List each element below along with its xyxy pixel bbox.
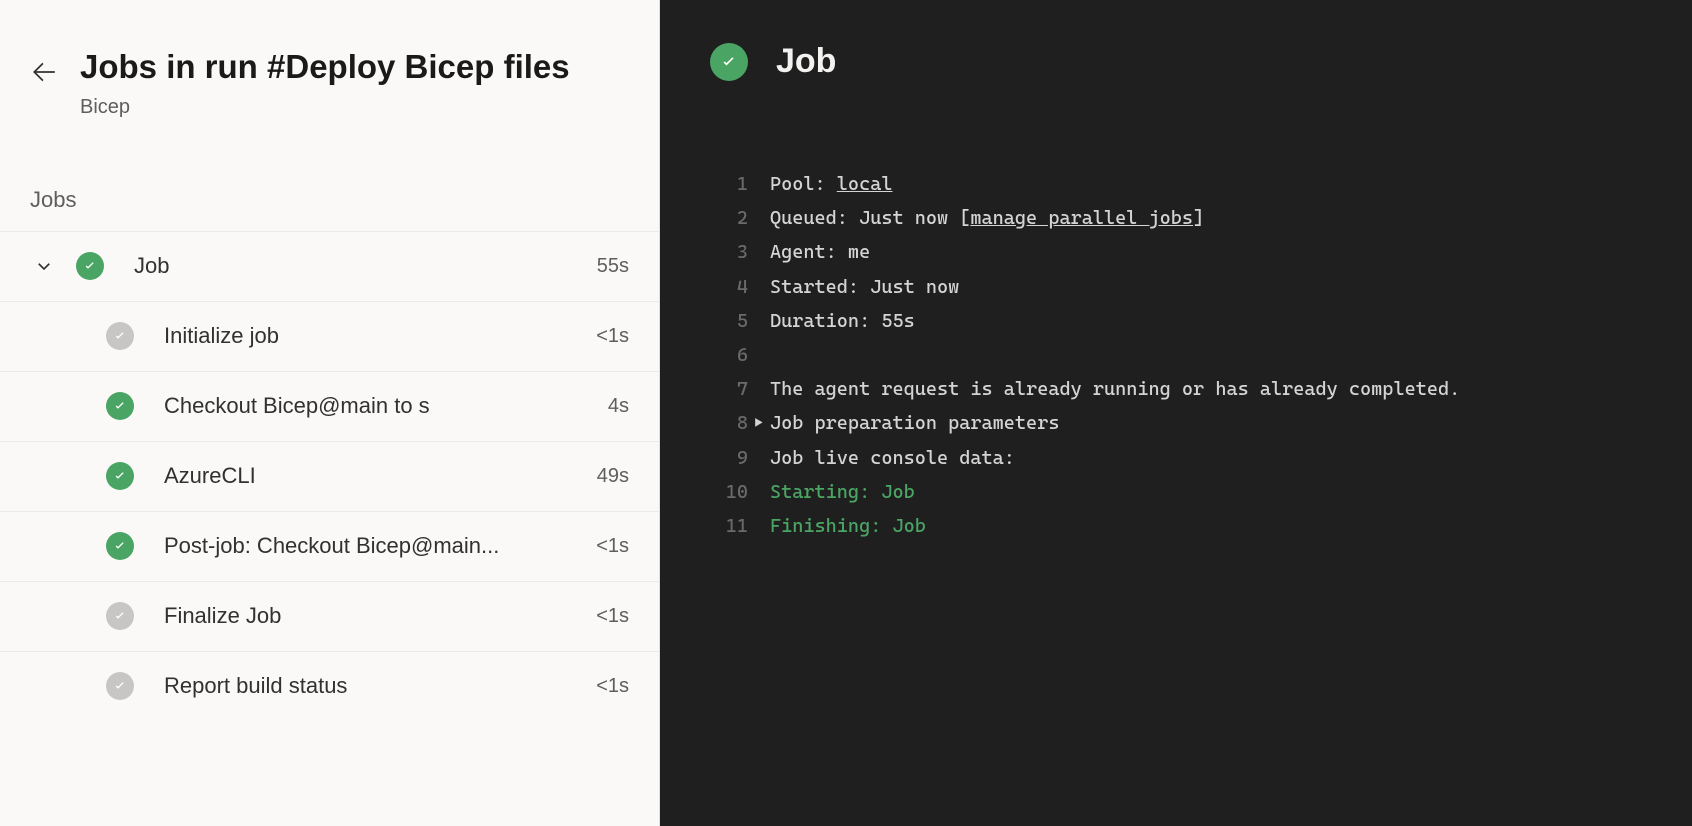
log-text: Job live console data: [770, 441, 1652, 475]
step-row[interactable]: Post-job: Checkout Bicep@main... <1s [0, 511, 659, 581]
detail-header: Job [660, 0, 1692, 107]
line-number: 11 [700, 509, 748, 543]
log-line: 5 Duration: 55s [700, 304, 1652, 338]
step-duration: <1s [596, 675, 629, 698]
step-duration: <1s [596, 325, 629, 348]
success-icon [106, 322, 134, 350]
log-line: 2 Queued: Just now [manage parallel jobs… [700, 201, 1652, 235]
detail-title: Job [776, 42, 836, 81]
step-duration: <1s [596, 535, 629, 558]
log-line: 3 Agent: me [700, 235, 1652, 269]
title-block: Jobs in run #Deploy Bicep files Bicep [80, 48, 629, 119]
line-number: 8 [700, 406, 748, 440]
jobs-section-label: Jobs [0, 137, 659, 231]
log-text: Started: Just now [770, 270, 1652, 304]
success-icon [106, 532, 134, 560]
line-number: 3 [700, 235, 748, 269]
success-icon [106, 672, 134, 700]
line-number: 5 [700, 304, 748, 338]
log-line: 7 The agent request is already running o… [700, 372, 1652, 406]
page-title: Jobs in run #Deploy Bicep files [80, 48, 629, 86]
panel-header: Jobs in run #Deploy Bicep files Bicep [0, 0, 659, 137]
log-text: Agent: me [770, 235, 1652, 269]
page-subtitle: Bicep [80, 96, 629, 119]
step-duration: 49s [597, 465, 629, 488]
log-text: Starting: Job [770, 475, 1652, 509]
step-row[interactable]: Finalize Job <1s [0, 581, 659, 651]
log-line: 1 Pool: local [700, 167, 1652, 201]
step-row[interactable]: AzureCLI 49s [0, 441, 659, 511]
step-name: Initialize job [164, 323, 586, 349]
line-number: 2 [700, 201, 748, 235]
log-line: 4 Started: Just now [700, 270, 1652, 304]
step-name: Checkout Bicep@main to s [164, 393, 598, 419]
step-name: Post-job: Checkout Bicep@main... [164, 533, 586, 559]
log-text: Pool: [770, 173, 837, 195]
log-text: Queued: Just now [ [770, 207, 970, 229]
log-text: Job preparation parameters [770, 406, 1652, 440]
job-row[interactable]: Job 55s [0, 231, 659, 301]
line-number: 10 [700, 475, 748, 509]
log-text: The agent request is already running or … [770, 372, 1652, 406]
success-icon [710, 43, 748, 81]
log-line: 6 [700, 338, 1652, 372]
pool-link[interactable]: local [837, 173, 893, 195]
step-duration: 4s [608, 395, 629, 418]
step-name: Report build status [164, 673, 586, 699]
job-name: Job [134, 253, 587, 279]
success-icon [106, 392, 134, 420]
right-panel: Job 1 Pool: local 2 Queued: Just now [ma… [660, 0, 1692, 826]
line-number: 6 [700, 338, 748, 372]
back-arrow-icon[interactable] [30, 58, 58, 86]
log-line: 11 Finishing: Job [700, 509, 1652, 543]
step-row[interactable]: Checkout Bicep@main to s 4s [0, 371, 659, 441]
line-number: 4 [700, 270, 748, 304]
chevron-down-icon[interactable] [30, 257, 58, 275]
job-duration: 55s [597, 255, 629, 278]
line-number: 9 [700, 441, 748, 475]
step-duration: <1s [596, 605, 629, 628]
fold-caret-icon[interactable]: ▸ [748, 406, 770, 440]
job-list: Job 55s Initialize job <1s Checkout Bice… [0, 231, 659, 826]
step-row[interactable]: Initialize job <1s [0, 301, 659, 371]
left-panel: Jobs in run #Deploy Bicep files Bicep Jo… [0, 0, 660, 826]
log-line: 9 Job live console data: [700, 441, 1652, 475]
log-text: ] [1193, 207, 1204, 229]
success-icon [106, 602, 134, 630]
line-number: 7 [700, 372, 748, 406]
log-text: Finishing: Job [770, 509, 1652, 543]
line-number: 1 [700, 167, 748, 201]
manage-parallel-jobs-link[interactable]: manage parallel jobs [970, 207, 1193, 229]
step-name: Finalize Job [164, 603, 586, 629]
log-area: 1 Pool: local 2 Queued: Just now [manage… [660, 107, 1692, 563]
success-icon [106, 462, 134, 490]
log-line: 10 Starting: Job [700, 475, 1652, 509]
step-row[interactable]: Report build status <1s [0, 651, 659, 721]
log-line: 8 ▸ Job preparation parameters [700, 406, 1652, 440]
log-text: Duration: 55s [770, 304, 1652, 338]
success-icon [76, 252, 104, 280]
step-name: AzureCLI [164, 463, 587, 489]
